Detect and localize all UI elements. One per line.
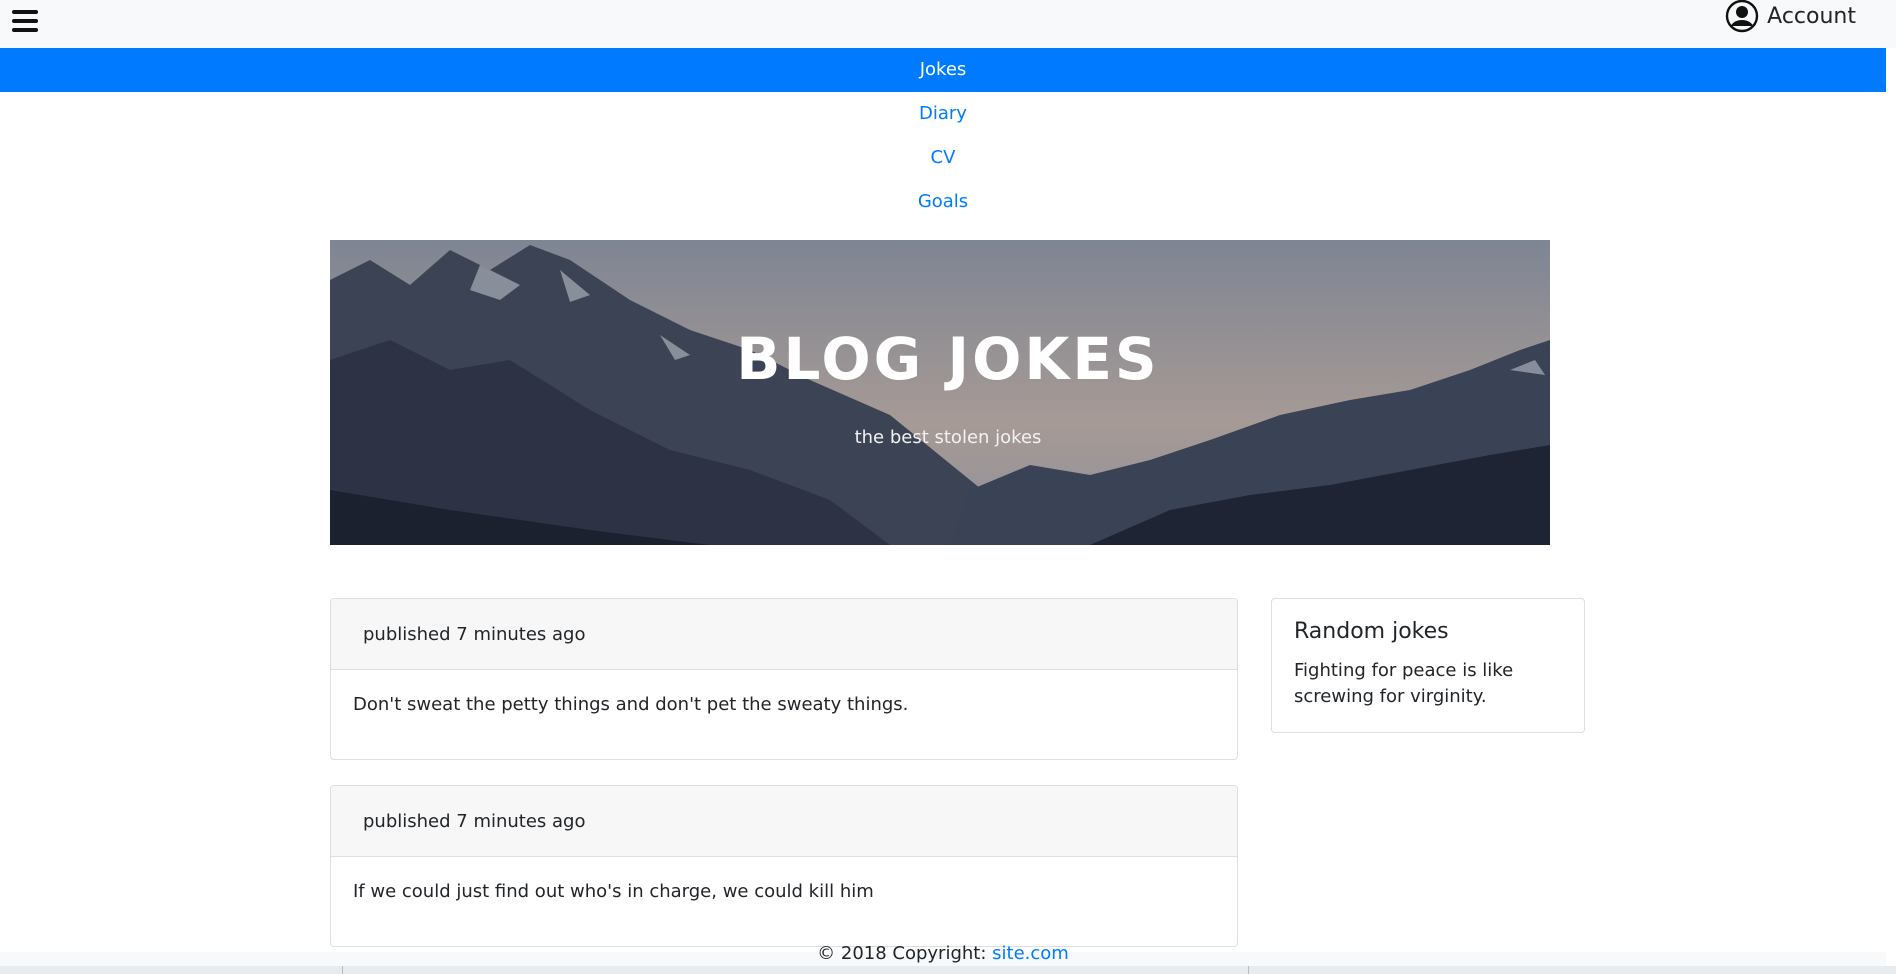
post-meta: published 7 minutes ago	[331, 786, 1237, 857]
post-card: published 7 minutes ago If we could just…	[330, 785, 1238, 947]
post-meta: published 7 minutes ago	[331, 599, 1237, 670]
account-label: Account	[1767, 3, 1856, 29]
footer-copyright: © 2018 Copyright:	[817, 943, 987, 964]
main-nav: Jokes Diary CV Goals	[0, 48, 1886, 224]
menu-icon[interactable]	[10, 6, 40, 36]
user-icon	[1725, 0, 1759, 33]
post-card: published 7 minutes ago Don't sweat the …	[330, 598, 1238, 760]
footer-site-link[interactable]: site.com	[992, 943, 1069, 964]
account-button[interactable]: Account	[1725, 0, 1856, 33]
random-joke-text: Fighting for peace is like screwing for …	[1294, 660, 1514, 707]
hero-title: BLOG JOKES	[736, 325, 1160, 393]
bottom-strip	[0, 966, 1896, 974]
top-bar: Account	[0, 0, 1896, 48]
random-jokes-title: Random jokes	[1294, 619, 1449, 644]
nav-item-jokes[interactable]: Jokes	[0, 48, 1886, 92]
nav-item-goals[interactable]: Goals	[0, 180, 1886, 224]
random-jokes-card: Random jokes Fighting for peace is like …	[1271, 598, 1585, 733]
post-text: If we could just find out who's in charg…	[353, 881, 874, 902]
nav-item-diary[interactable]: Diary	[0, 92, 1886, 136]
hero-subtitle: the best stolen jokes	[854, 427, 1042, 448]
nav-item-cv[interactable]: CV	[0, 136, 1886, 180]
post-text: Don't sweat the petty things and don't p…	[353, 694, 909, 715]
